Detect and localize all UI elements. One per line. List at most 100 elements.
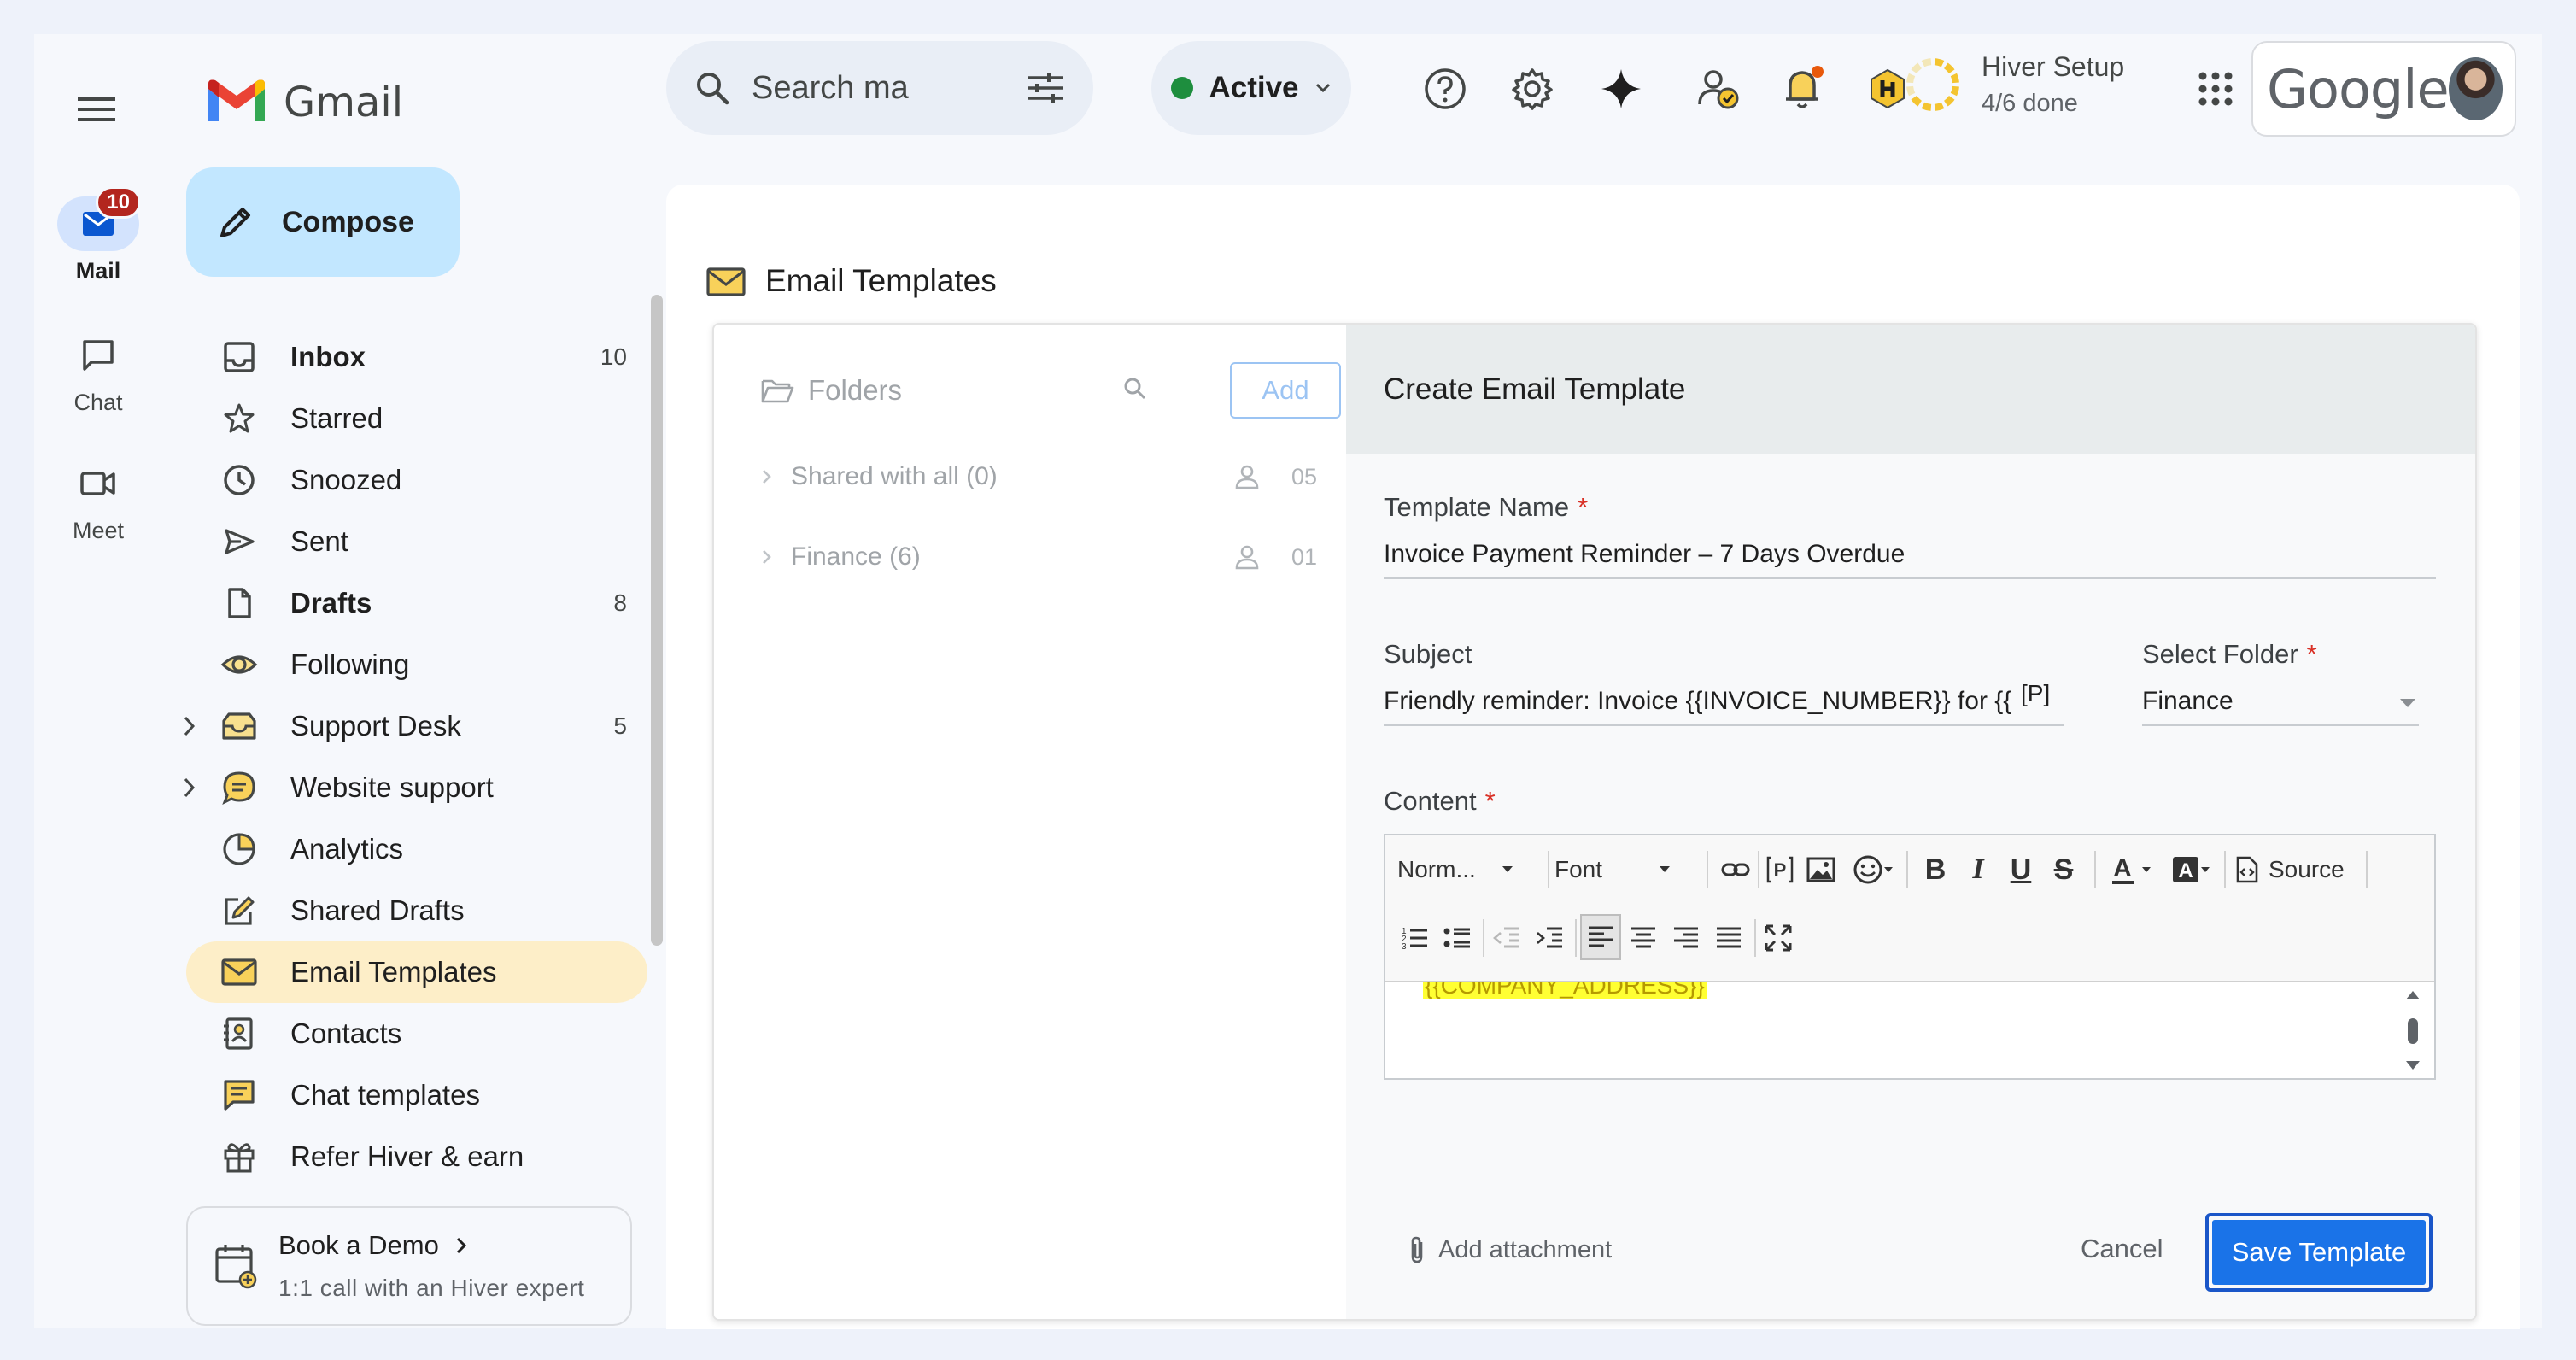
sidebar-item-website-support[interactable]: Website support [184, 757, 647, 818]
rail-item-mail[interactable]: 10 Mail [34, 186, 162, 284]
sidebar-item-snoozed[interactable]: Snoozed [186, 449, 647, 511]
chevron-right-icon[interactable] [757, 547, 791, 567]
search-bar[interactable]: Search ma [666, 41, 1093, 135]
align-right-icon [1674, 927, 1698, 948]
pie-chart-icon [223, 833, 255, 865]
user-status-button[interactable] [1691, 62, 1746, 116]
search-icon[interactable] [695, 71, 729, 105]
search-input[interactable]: Search ma [752, 70, 1004, 107]
progress-ring-segment [1906, 73, 1916, 84]
progress-ring-segment [1911, 95, 1923, 107]
link-button[interactable] [1717, 849, 1754, 890]
placeholder-insert-button[interactable]: [P] [2021, 680, 2050, 707]
cancel-button[interactable]: Cancel [2081, 1234, 2163, 1264]
search-icon[interactable] [1122, 376, 1148, 402]
help-button[interactable] [1418, 62, 1472, 116]
folder-select[interactable]: Finance [2142, 687, 2419, 726]
align-left-button[interactable] [1580, 914, 1621, 960]
strikethrough-button[interactable]: S [2045, 849, 2082, 890]
underline-button[interactable]: U [2002, 849, 2040, 890]
numbered-list-button[interactable]: 123 [1396, 917, 1433, 958]
rail-item-chat[interactable]: Chat [34, 328, 162, 416]
main-menu-button[interactable] [73, 85, 120, 133]
notifications-button[interactable] [1777, 62, 1831, 116]
sidebar-item-sent[interactable]: Sent [186, 511, 647, 572]
background-color-icon: A [2173, 857, 2198, 882]
align-center-button[interactable] [1625, 917, 1662, 958]
status-selector[interactable]: Active [1151, 41, 1351, 135]
sidebar-item-inbox[interactable]: Inbox 10 [186, 326, 647, 388]
chevron-right-icon[interactable] [181, 776, 198, 800]
hamburger-icon [78, 97, 115, 121]
source-icon [2236, 856, 2258, 883]
increase-indent-button[interactable] [1531, 917, 1568, 958]
svg-text:P: P [1774, 859, 1787, 881]
align-right-button[interactable] [1667, 917, 1705, 958]
maximize-button[interactable] [1759, 917, 1797, 958]
sidebar-item-refer[interactable]: Refer Hiver & earn [186, 1126, 647, 1187]
placeholder-button[interactable]: P [1761, 849, 1799, 890]
format-dropdown[interactable]: Norm... [1397, 849, 1543, 890]
book-demo-card[interactable]: Book a Demo 1:1 call with an Hiver exper… [186, 1206, 632, 1326]
rail-item-label: Chat [73, 390, 123, 415]
hiver-setup-title: Hiver Setup [1982, 51, 2125, 82]
decrease-indent-button[interactable] [1488, 917, 1525, 958]
rail-item-meet[interactable]: Meet [34, 456, 162, 544]
settings-button[interactable] [1505, 62, 1560, 116]
template-name-input[interactable]: Invoice Payment Reminder – 7 Days Overdu… [1384, 540, 2436, 579]
folder-row[interactable]: Shared with all (0) 05 [757, 451, 1317, 502]
bulleted-list-button[interactable] [1438, 917, 1476, 958]
dropdown-arrow-icon[interactable] [2398, 697, 2417, 709]
editor-content-area[interactable]: {{COMPANY_ADDRESS}} [1385, 982, 2434, 1078]
avatar[interactable] [2448, 57, 2503, 120]
italic-button[interactable]: I [1959, 849, 1997, 890]
video-icon [80, 472, 115, 495]
sidebar-item-support-desk[interactable]: Support Desk 5 [184, 695, 647, 757]
sidebar-item-email-templates[interactable]: Email Templates [186, 941, 647, 1003]
source-button[interactable]: Source [2234, 849, 2345, 890]
sidebar-item-starred[interactable]: Starred [186, 388, 647, 449]
bell-icon [1786, 66, 1824, 108]
image-button[interactable] [1802, 849, 1840, 890]
emoji-button[interactable] [1847, 849, 1900, 890]
background-color-button[interactable]: A [2164, 849, 2217, 890]
search-options-icon[interactable] [1027, 71, 1064, 105]
sidebar-item-shared-drafts[interactable]: Shared Drafts [186, 880, 647, 941]
support-desk-count: 5 [613, 712, 627, 739]
text-color-button[interactable]: A [2105, 849, 2157, 890]
sidebar-item-analytics[interactable]: Analytics [186, 818, 647, 880]
sidebar-item-drafts[interactable]: Drafts 8 [186, 572, 647, 634]
sidebar-scrollbar[interactable] [651, 295, 663, 946]
subject-input[interactable]: Friendly reminder: Invoice {{INVOICE_NUM… [1384, 687, 2064, 726]
chevron-right-icon[interactable] [757, 466, 791, 487]
sidebar-item-following[interactable]: Following [186, 634, 647, 695]
emoji-icon [1853, 855, 1882, 884]
sidebar-item-chat-templates[interactable]: Chat templates [186, 1064, 647, 1126]
save-template-button[interactable]: Save Template [2212, 1220, 2426, 1285]
font-dropdown[interactable]: Font [1554, 849, 1700, 890]
progress-ring-segment [1906, 85, 1916, 97]
add-folder-button[interactable]: Add [1230, 362, 1341, 419]
rail-item-label: Meet [72, 518, 125, 543]
editor-scrollbar[interactable] [2403, 988, 2422, 1073]
user-check-icon [1698, 70, 1739, 109]
add-attachment-button[interactable]: Add attachment [1408, 1235, 1612, 1264]
app-name: Gmail [284, 79, 404, 126]
gemini-button[interactable] [1594, 62, 1648, 116]
bold-button[interactable]: B [1917, 849, 1954, 890]
apps-button[interactable] [2188, 62, 2243, 116]
gmail-logo[interactable]: Gmail [205, 79, 403, 126]
form-title: Create Email Template [1346, 325, 2475, 454]
chevron-right-icon[interactable] [181, 714, 198, 738]
sidebar-item-contacts[interactable]: Contacts [186, 1003, 647, 1064]
sidebar-item-label: Chat templates [290, 1079, 480, 1111]
progress-ring-segment [1921, 102, 1932, 111]
template-name-label: Template Name * [1384, 492, 1589, 522]
folders-header: Folders Add [760, 361, 1341, 420]
folder-row[interactable]: Finance (6) 01 [757, 531, 1317, 583]
account-switcher[interactable]: Google [2251, 41, 2516, 137]
main-content: Email Templates Folders Add Shared with … [666, 185, 2520, 1329]
hiver-setup-progress[interactable]: Hiver Setup 4/6 done [1903, 51, 2124, 118]
justify-button[interactable] [1710, 917, 1748, 958]
compose-button[interactable]: Compose [186, 167, 460, 277]
